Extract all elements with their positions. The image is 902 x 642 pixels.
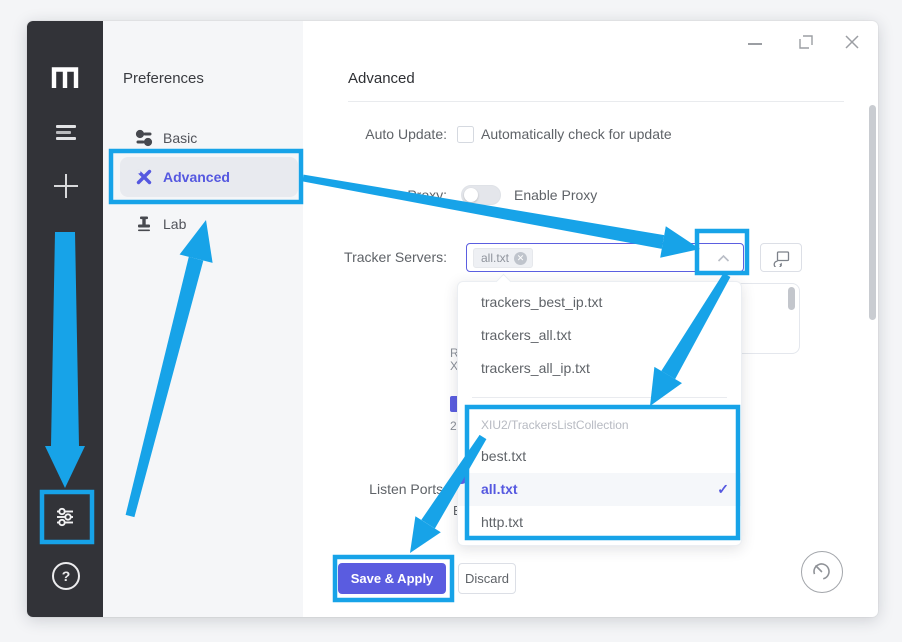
sync-icon — [773, 250, 790, 267]
textarea-scrollbar[interactable] — [788, 287, 795, 310]
speed-limit-button[interactable] — [801, 551, 843, 593]
dropdown-option[interactable]: http.txt — [458, 506, 741, 539]
proxy-toggle-label: Enable Proxy — [514, 187, 597, 203]
dropdown-option[interactable]: trackers_best_ip.txt — [458, 286, 741, 319]
checkmark-icon: ✓ — [717, 473, 729, 506]
sidebar-item-basic[interactable]: Basic — [120, 118, 298, 158]
page-title: Advanced — [348, 70, 415, 87]
minimize-icon[interactable] — [748, 43, 762, 45]
title-divider — [348, 101, 844, 102]
dropdown-option[interactable]: trackers_all.txt — [458, 319, 741, 352]
preferences-sliders-icon[interactable] — [54, 506, 76, 528]
dropdown-option[interactable]: trackers_all_ip.txt — [458, 352, 741, 385]
proxy-label: Proxy: — [307, 187, 447, 203]
sync-trackers-button[interactable] — [760, 243, 802, 272]
stamp-icon — [135, 215, 153, 233]
listen-ports-label: Listen Ports: — [307, 481, 447, 497]
dropdown-option-selected[interactable]: all.txt ✓ — [458, 473, 741, 506]
preferences-title: Preferences — [123, 70, 204, 87]
dropdown-group-divider — [472, 397, 727, 398]
sidebar: ? — [27, 21, 103, 617]
discard-button[interactable]: Discard — [458, 563, 516, 594]
close-icon[interactable] — [844, 34, 860, 50]
sidebar-item-label: Lab — [163, 216, 186, 232]
save-apply-button[interactable]: Save & Apply — [338, 563, 446, 594]
auto-update-checkbox-label[interactable]: Automatically check for update — [481, 126, 672, 142]
restore-icon[interactable] — [799, 35, 813, 49]
tag-label: all.txt — [481, 251, 509, 265]
speedometer-icon — [809, 559, 834, 584]
tracker-servers-label: Tracker Servers: — [307, 249, 447, 265]
chevron-up-icon[interactable] — [717, 254, 730, 263]
preferences-panel: Preferences Basic Advanced — [103, 21, 303, 617]
toggle-knob — [464, 188, 478, 202]
app-window: ? Preferences Basic Advanced — [27, 21, 878, 617]
auto-update-checkbox[interactable] — [457, 126, 474, 143]
main-scrollbar[interactable] — [869, 105, 876, 320]
selected-tracker-tag: all.txt ✕ — [473, 248, 533, 268]
tracker-dropdown: trackers_best_ip.txt trackers_all.txt tr… — [457, 281, 742, 546]
sidebar-item-label: Basic — [163, 130, 197, 146]
proxy-toggle[interactable] — [461, 185, 501, 205]
wrench-screwdriver-icon — [135, 168, 153, 186]
tag-remove-icon[interactable]: ✕ — [514, 252, 527, 265]
tracker-servers-select[interactable]: all.txt ✕ — [466, 243, 744, 272]
sidebar-item-label: Advanced — [163, 169, 230, 185]
toggles-icon — [135, 129, 153, 147]
sidebar-item-lab[interactable]: Lab — [120, 204, 298, 244]
occluded-purple-dot — [455, 471, 468, 484]
auto-update-label: Auto Update: — [307, 126, 447, 142]
help-icon[interactable]: ? — [52, 562, 80, 590]
sidebar-item-advanced[interactable]: Advanced — [120, 157, 298, 197]
dropdown-group-label: XIU2/TrackersListCollection — [458, 410, 741, 440]
dropdown-option[interactable]: best.txt — [458, 440, 741, 473]
motrix-logo-icon — [51, 67, 79, 88]
